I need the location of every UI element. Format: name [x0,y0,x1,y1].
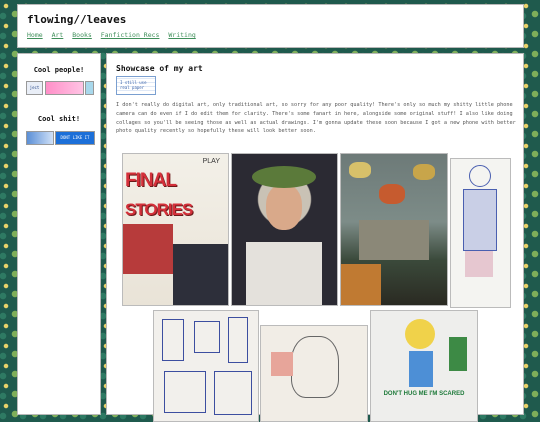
art-red-shape [271,352,293,376]
art-collage-final-stories[interactable]: PLAY FINAL STORIES [122,153,229,306]
art-face [266,184,302,230]
main-content: Showcase of my art I still use real pape… [106,53,524,422]
friend-button-1[interactable]: ject [26,81,43,95]
art-collage-woman-moon[interactable] [231,153,338,306]
art-butterfly-1 [349,162,371,178]
nav-link-home[interactable]: Home [27,31,43,39]
nav-bar: Home Art Books Fanfiction Recs Writing [27,31,201,39]
cool-people-heading: Cool people! [33,66,85,74]
art-sketch-1 [162,319,184,361]
art-drawing-blue-figure[interactable] [450,158,511,308]
art-text-final: FINAL [125,170,177,191]
art-head [469,165,491,187]
art-blue-body [409,351,433,387]
art-butterfly-2 [413,164,435,180]
art-sketch-5 [214,371,252,415]
art-sketch-girl-portrait[interactable] [260,325,368,422]
nav-link-books[interactable]: Books [72,31,92,39]
art-sketch-2 [194,321,220,353]
art-red-block [123,224,173,274]
friend-button-1-text: ject [29,85,40,90]
link-button-1[interactable] [26,131,54,145]
art-drawing-dont-hug-me[interactable]: DON'T HUG ME I'M SCARED [370,310,478,422]
art-portrait-head [291,336,339,398]
art-sketch-4 [164,371,206,413]
art-text-dont-hug-me: DON'T HUG ME I'M SCARED [383,391,465,397]
site-title: flowing//leaves [27,13,127,26]
link-button-dont-like-it-text: DONT LIKE IT [60,135,90,140]
stamp-text: I still use real paper [120,80,147,90]
art-tiger [341,264,381,305]
art-sketch-3 [228,317,248,363]
nav-link-writing[interactable]: Writing [168,31,195,39]
header-panel: flowing//leaves Home Art Books Fanfictio… [17,4,524,48]
art-butterfly-3 [379,184,405,204]
link-button-dont-like-it[interactable]: DONT LIKE IT [55,131,95,145]
friend-button-3[interactable] [85,81,94,95]
art-flower-crown [252,166,316,188]
art-white-collage [246,242,322,305]
paper-stamp-badge: I still use real paper [116,76,156,95]
art-green-figure [449,337,467,371]
sidebar: Cool people! ject Cool shit! DONT LIKE I… [17,53,101,415]
post-body: I don't really do digital art, only trad… [116,102,516,135]
art-label-play: PLAY [202,158,220,165]
art-collage-stonehenge-butterflies[interactable] [340,153,448,306]
art-sketch-page-blue-pen[interactable] [153,310,259,422]
cool-shit-heading: Cool shit! [37,115,81,123]
art-legs [465,251,493,277]
friend-button-2[interactable] [45,81,84,95]
art-yellow-head [405,319,435,349]
nav-link-fanfiction-recs[interactable]: Fanfiction Recs [101,31,160,39]
nav-link-art[interactable]: Art [52,31,64,39]
art-text-stories: STORIES [125,200,193,219]
post-title: Showcase of my art [116,64,203,73]
art-stones [359,220,429,260]
art-dark-block [173,244,228,305]
art-body [463,189,497,251]
